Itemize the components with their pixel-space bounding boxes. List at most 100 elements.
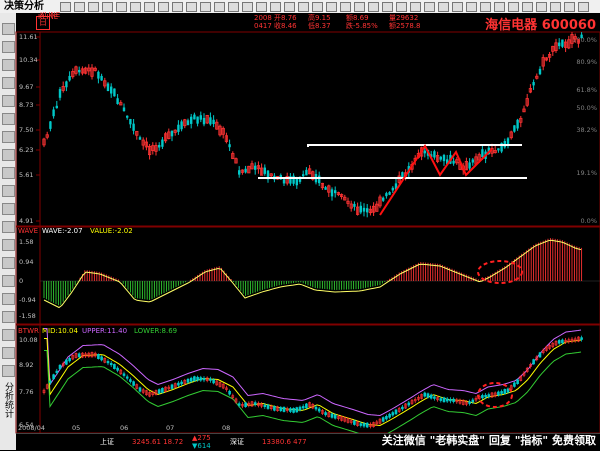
btwr-upper: UPPER:11.40 (82, 327, 127, 335)
date-label: 08 (222, 424, 230, 432)
kline-tick-label: 7.50 (19, 126, 33, 134)
btwr-candle-body (439, 398, 443, 401)
btwr-candle-body (292, 407, 295, 413)
mid-band-line (44, 338, 582, 427)
btwr-candle-body (391, 412, 395, 416)
btwr-candle-body (68, 358, 71, 362)
zigzag-annotation (379, 144, 493, 216)
index2-up: ▲275 (192, 434, 211, 442)
candle-body-down (238, 170, 241, 175)
candle-body-down (170, 130, 174, 137)
candle-body-down (471, 159, 474, 163)
kline-fib-labels: 100.0% 80.9% 61.8% 50.0% 38.2% 19.1% 0.0% (572, 36, 597, 225)
kline-candles (42, 32, 583, 218)
btwr-candle-body (209, 378, 212, 381)
candle-body-down (513, 125, 516, 132)
btwr-candle-body (157, 389, 161, 394)
candle-body-down (359, 205, 362, 213)
btwr-candle-body (353, 420, 356, 425)
wave-tick-label: 0 (19, 277, 23, 285)
fib-level-label: 0.0% (580, 217, 597, 225)
wave-tick-label: 0.94 (19, 258, 33, 266)
candle-body-down (388, 192, 391, 195)
btwr-candle-body (561, 339, 564, 344)
btwr-candle-body (244, 402, 247, 408)
btwr-candle-body (228, 390, 231, 395)
candle-body-down (132, 123, 135, 131)
btwr-candle-body (77, 353, 81, 358)
upper-band-line (44, 328, 582, 417)
btwr-candle-body (445, 398, 449, 402)
side-tab-label[interactable]: 分析统计 (1, 370, 15, 430)
candle-body-down (532, 82, 535, 86)
candle-body-down (122, 107, 126, 112)
btwr-candle-body (359, 423, 363, 426)
btwr-y-ticks: 10.088.927.766.54 (19, 336, 38, 429)
btwr-candle-body (580, 337, 583, 340)
kline-tick-label: 11.61 (19, 33, 38, 41)
btwr-candle-body (129, 379, 132, 382)
btwr-candle-body (481, 395, 484, 399)
chart-area[interactable]: 11.61 10.34 9.67 8.73 7.50 6.23 5.61 4.91 100.0… (0, 0, 600, 450)
kline-tick-label: 4.91 (19, 217, 33, 225)
wave-line (43, 239, 582, 309)
candle-body-down (497, 148, 500, 151)
btwr-candle-body (189, 377, 193, 382)
kline-tick-label: 9.67 (19, 83, 33, 91)
candle-body-down (186, 120, 190, 126)
btwr-lower: LOWER:8.69 (134, 327, 177, 335)
btwr-candle-body (362, 423, 366, 427)
btwr-candle-body (506, 388, 510, 393)
candle-body-down (193, 114, 196, 120)
btwr-candle-body (301, 406, 305, 409)
date-label: 07 (166, 424, 174, 432)
watermark: 关注微信 "老韩实盘" 回复 "指标" 免费领取 (381, 434, 596, 447)
btwr-candle-body (180, 381, 183, 385)
btwr-candle-body (122, 373, 126, 376)
candle-body-down (65, 81, 68, 88)
fib-level-label: 19.1% (576, 169, 597, 177)
btwr-candle-body (317, 408, 321, 412)
index3-name: 深证 (230, 438, 244, 446)
candle-body-down (209, 117, 212, 125)
wave-histogram (43, 238, 583, 306)
candle-body-down (353, 203, 356, 207)
btwr-candle-body (196, 376, 199, 381)
candle-body-down (362, 207, 366, 212)
btwr-candle-body (52, 374, 55, 380)
btwr-tick-label: 10.08 (19, 336, 38, 344)
btwr-candle-body (305, 403, 308, 409)
btwr-candle-body (449, 399, 452, 402)
btwr-candle-body (452, 398, 455, 402)
btwr-candle-body (186, 378, 190, 383)
candle-body-down (202, 117, 206, 125)
candle-body-down (263, 167, 266, 174)
candle-body-down (106, 83, 110, 92)
candle-body-down (305, 169, 308, 176)
btwr-candle-body (106, 361, 110, 364)
candle-body-down (113, 88, 116, 97)
candle-body-down (138, 137, 142, 140)
btwr-candle-body (237, 403, 241, 406)
wave-signal-value: VALUE:-2.02 (90, 227, 133, 235)
candle-body-down (561, 39, 564, 47)
kline-panel-label: KLINE (40, 11, 60, 19)
btwr-candle-body (295, 407, 299, 413)
resistance-line (307, 144, 522, 147)
btwr-candle-body (263, 404, 267, 408)
candle-body-down (391, 187, 394, 191)
candle-body-down (190, 116, 193, 124)
candle-body-down (580, 34, 583, 39)
candle-body-down (158, 144, 161, 148)
candle-body-down (330, 189, 334, 197)
btwr-candle-body (49, 380, 52, 383)
btwr-tick-label: 8.92 (19, 361, 33, 369)
btwr-candle-body (279, 407, 283, 411)
candle-body-down (78, 69, 81, 73)
candle-body-down (366, 208, 369, 213)
btwr-candle-body (100, 356, 103, 361)
btwr-candle-body (516, 379, 519, 384)
candle-body-down (382, 197, 385, 201)
candle-body-down (228, 144, 231, 148)
btwr-candle-body (381, 417, 385, 422)
